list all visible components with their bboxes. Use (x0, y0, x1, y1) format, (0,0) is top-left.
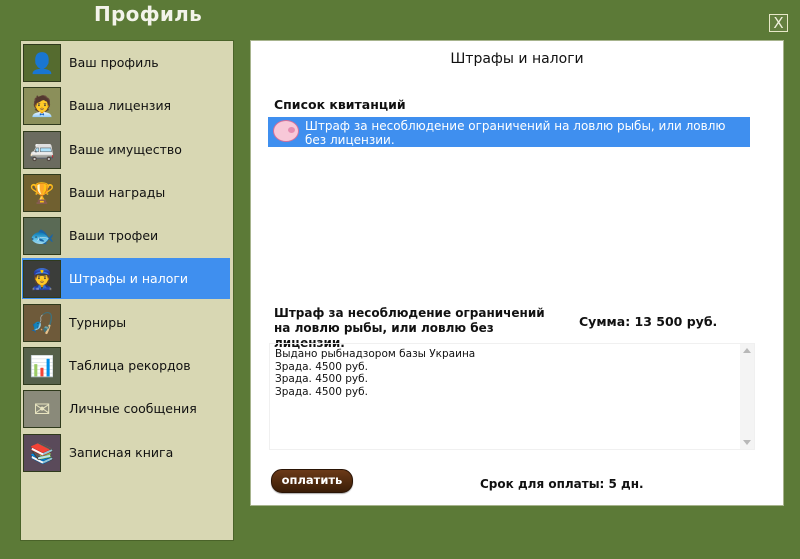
tournaments-icon: 🎣 (23, 303, 61, 342)
window-title: Профиль (94, 2, 203, 26)
sidebar-item-awards[interactable]: 🏆 Ваши награды (22, 172, 230, 213)
fines-icon: 👮 (23, 259, 61, 298)
notebook-icon: 📚 (23, 433, 61, 472)
scroll-up-icon[interactable] (743, 348, 751, 353)
receipt-item[interactable]: Штраф за несоблюдение ограничений на лов… (268, 117, 750, 147)
close-button[interactable]: X (769, 14, 788, 32)
receipt-text: Штраф за несоблюдение ограничений на лов… (305, 119, 726, 147)
fine-log[interactable]: Выдано рыбнадзором базы Украина Зрада. 4… (269, 343, 755, 450)
awards-icon: 🏆 (23, 173, 61, 212)
receipts-list-heading: Список квитанций (274, 97, 406, 112)
sidebar-item-label: Ваши награды (69, 185, 166, 200)
sidebar-item-trophies[interactable]: 🐟 Ваши трофеи (22, 215, 230, 256)
sidebar-item-label: Таблица рекордов (69, 358, 191, 373)
sidebar-item-property[interactable]: 🚐 Ваше имущество (22, 129, 230, 170)
sidebar-item-messages[interactable]: ✉ Личные сообщения (22, 388, 230, 429)
sidebar-item-label: Турниры (69, 315, 127, 330)
sidebar-item-records[interactable]: 📊 Таблица рекордов (22, 345, 230, 386)
sidebar-item-license[interactable]: 🧑‍💼 Ваша лицензия (22, 85, 230, 126)
records-icon: 📊 (23, 346, 61, 385)
log-scrollbar[interactable] (740, 344, 754, 449)
sidebar-item-label: Штрафы и налоги (69, 271, 189, 286)
log-line: Выдано рыбнадзором базы Украина (275, 348, 476, 360)
sidebar-item-notebook[interactable]: 📚 Записная книга (22, 432, 230, 473)
piggy-bank-icon (273, 120, 299, 142)
trophies-icon: 🐟 (23, 216, 61, 255)
pay-button[interactable]: оплатить (271, 469, 353, 493)
sidebar-item-label: Записная книга (69, 445, 174, 460)
sidebar-item-label: Ваша лицензия (69, 98, 172, 113)
sidebar-item-profile[interactable]: 👤 Ваш профиль (22, 42, 230, 83)
sidebar: 👤 Ваш профиль 🧑‍💼 Ваша лицензия 🚐 Ваше и… (20, 40, 234, 541)
profile-icon: 👤 (23, 43, 61, 82)
sidebar-item-tournaments[interactable]: 🎣 Турниры (22, 302, 230, 343)
sidebar-item-label: Ваш профиль (69, 55, 159, 70)
property-icon: 🚐 (23, 130, 61, 169)
scroll-down-icon[interactable] (743, 440, 751, 445)
log-line: Зрада. 4500 руб. (275, 373, 368, 385)
fine-amount: Сумма: 13 500 руб. (579, 314, 718, 329)
sidebar-item-label: Личные сообщения (69, 401, 197, 416)
sidebar-item-label: Ваши трофеи (69, 228, 159, 243)
messages-icon: ✉ (23, 389, 61, 428)
license-icon: 🧑‍💼 (23, 86, 61, 125)
payment-deadline: Срок для оплаты: 5 дн. (480, 477, 644, 491)
sidebar-item-fines[interactable]: 👮 Штрафы и налоги (22, 258, 230, 299)
log-line: Зрада. 4500 руб. (275, 360, 368, 373)
panel-title: Штрафы и налоги (450, 51, 584, 67)
fines-panel: Штрафы и налоги Список квитанций Штраф з… (250, 40, 784, 506)
log-line: Зрада. 4500 руб. (275, 385, 368, 398)
sidebar-item-label: Ваше имущество (69, 142, 182, 157)
